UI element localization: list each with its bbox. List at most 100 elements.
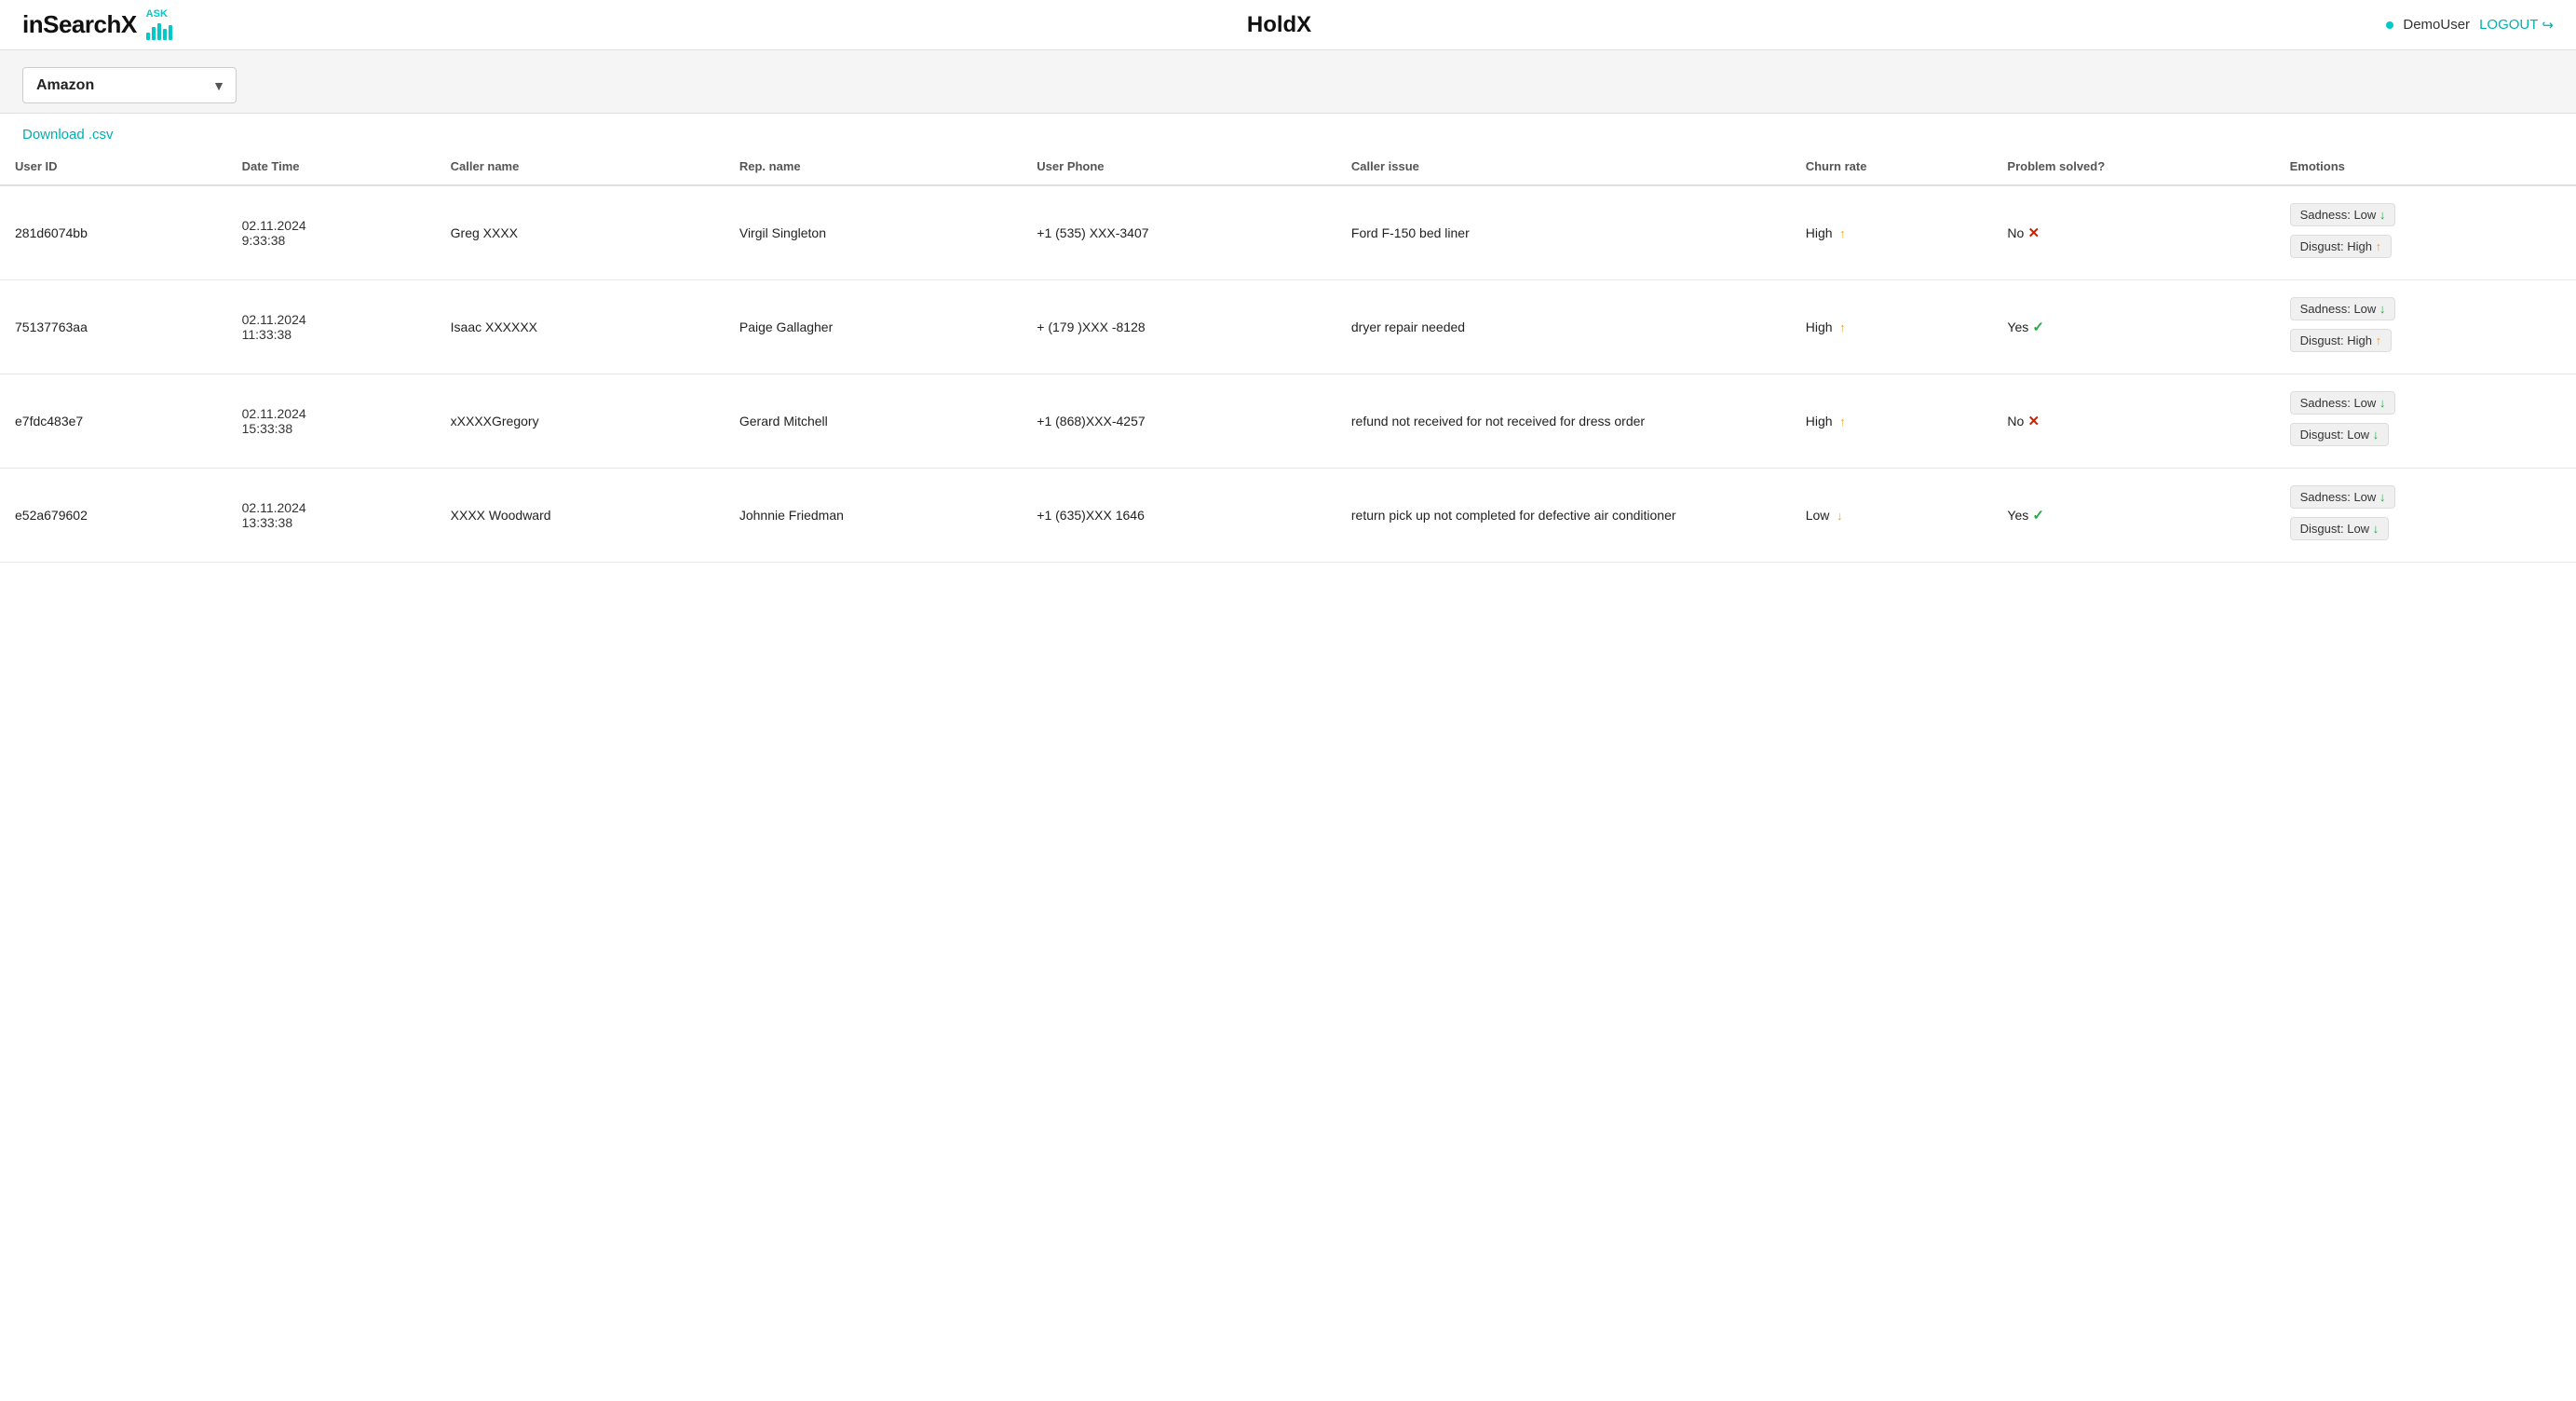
cell-user-phone: +1 (535) XXX-3407 xyxy=(1022,185,1336,280)
cell-rep-name: Virgil Singleton xyxy=(725,185,1022,280)
solved-check-icon: ✓ xyxy=(2028,320,2044,335)
emotion-arrow-up-icon: ↑ xyxy=(2372,239,2381,253)
company-select[interactable]: Amazon Other xyxy=(22,67,237,103)
bar5 xyxy=(169,25,172,40)
cell-caller-issue: return pick up not completed for defecti… xyxy=(1336,469,1791,563)
emotion-badge: Sadness: Low ↓ xyxy=(2290,391,2396,415)
solved-x-icon: ✕ xyxy=(2024,225,2040,241)
logo-x: X xyxy=(121,10,137,38)
emotion-label: Sadness: Low xyxy=(2300,490,2377,504)
header-right: DemoUser LOGOUT ↪ xyxy=(2386,17,2554,34)
cell-user-id: e52a679602 xyxy=(0,469,227,563)
col-user-id: User ID xyxy=(0,148,227,185)
churn-arrow-up-icon: ↑ xyxy=(1837,226,1846,240)
table-row: 281d6074bb02.11.2024 9:33:38Greg XXXXVir… xyxy=(0,185,2576,280)
header: inSearchX ASK HoldX DemoUser LOGOUT ↪ xyxy=(0,0,2576,50)
emotion-badge: Disgust: High ↑ xyxy=(2290,329,2392,352)
cell-churn-rate: Low ↓ xyxy=(1791,469,1993,563)
bar2 xyxy=(152,27,156,40)
cell-emotions: Sadness: Low ↓Disgust: Low ↓ xyxy=(2275,469,2576,563)
cell-caller-name: XXXX Woodward xyxy=(436,469,725,563)
churn-arrow-up-icon: ↑ xyxy=(1837,320,1846,334)
emotion-label: Disgust: Low xyxy=(2300,522,2369,536)
cell-churn-rate: High ↑ xyxy=(1791,280,1993,374)
username-label: DemoUser xyxy=(2403,17,2470,33)
emotion-arrow-down-icon: ↓ xyxy=(2369,428,2379,442)
emotion-arrow-down-icon: ↓ xyxy=(2369,522,2379,536)
emotions-container: Sadness: Low ↓ Disgust: High ↑ xyxy=(2290,297,2561,357)
emotions-container: Sadness: Low ↓Disgust: Low ↓ xyxy=(2290,391,2561,451)
emotion-arrow-down-icon: ↓ xyxy=(2376,302,2385,316)
col-caller-name: Caller name xyxy=(436,148,725,185)
emotion-label: Sadness: Low xyxy=(2300,302,2377,316)
col-rep-name: Rep. name xyxy=(725,148,1022,185)
emotion-arrow-down-icon: ↓ xyxy=(2376,396,2385,410)
solved-x-icon: ✕ xyxy=(2024,414,2040,429)
emotion-badge: Disgust: High ↑ xyxy=(2290,235,2392,258)
cell-problem-solved: No ✕ xyxy=(1992,374,2274,469)
cell-user-phone: +1 (868)XXX-4257 xyxy=(1022,374,1336,469)
col-emotions: Emotions xyxy=(2275,148,2576,185)
bar3 xyxy=(157,23,161,40)
cell-user-phone: + (179 )XXX -8128 xyxy=(1022,280,1336,374)
cell-caller-name: xXXXXGregory xyxy=(436,374,725,469)
cell-churn-rate: High ↑ xyxy=(1791,374,1993,469)
cell-problem-solved: Yes ✓ xyxy=(1992,280,2274,374)
table-header-row: User ID Date Time Caller name Rep. name … xyxy=(0,148,2576,185)
cell-date-time: 02.11.2024 13:33:38 xyxy=(227,469,436,563)
table-row: e7fdc483e702.11.2024 15:33:38xXXXXGregor… xyxy=(0,374,2576,469)
toolbar: Amazon Other ▼ xyxy=(0,50,2576,114)
bar4 xyxy=(163,29,167,40)
cell-user-id: e7fdc483e7 xyxy=(0,374,227,469)
problem-solved-value: Yes xyxy=(2007,508,2028,523)
churn-arrow-up-icon: ↑ xyxy=(1837,415,1846,428)
emotion-arrow-up-icon: ↑ xyxy=(2372,333,2381,347)
bar1 xyxy=(146,33,150,40)
cell-user-phone: +1 (635)XXX 1646 xyxy=(1022,469,1336,563)
cell-problem-solved: No ✕ xyxy=(1992,185,2274,280)
cell-caller-issue: dryer repair needed xyxy=(1336,280,1791,374)
app-title: HoldX xyxy=(1247,12,1311,38)
cell-date-time: 02.11.2024 11:33:38 xyxy=(227,280,436,374)
cell-user-id: 75137763aa xyxy=(0,280,227,374)
cell-date-time: 02.11.2024 9:33:38 xyxy=(227,185,436,280)
logout-icon: ↪ xyxy=(2542,17,2554,34)
emotion-label: Sadness: Low xyxy=(2300,208,2377,222)
problem-solved-value: No xyxy=(2007,414,2024,428)
cell-caller-name: Greg XXXX xyxy=(436,185,725,280)
churn-rate-value: High xyxy=(1806,225,1833,240)
status-dot-icon xyxy=(2386,21,2393,29)
cell-rep-name: Paige Gallagher xyxy=(725,280,1022,374)
churn-arrow-down-icon: ↓ xyxy=(1833,509,1842,523)
cell-caller-issue: Ford F-150 bed liner xyxy=(1336,185,1791,280)
cell-churn-rate: High ↑ xyxy=(1791,185,1993,280)
emotion-label: Sadness: Low xyxy=(2300,396,2377,410)
emotion-badge: Disgust: Low ↓ xyxy=(2290,517,2390,540)
problem-solved-value: No xyxy=(2007,225,2024,240)
data-table-container: User ID Date Time Caller name Rep. name … xyxy=(0,148,2576,600)
data-table: User ID Date Time Caller name Rep. name … xyxy=(0,148,2576,563)
emotion-arrow-down-icon: ↓ xyxy=(2376,490,2385,504)
cell-rep-name: Johnnie Friedman xyxy=(725,469,1022,563)
col-date-time: Date Time xyxy=(227,148,436,185)
problem-solved-value: Yes xyxy=(2007,320,2028,334)
emotion-label: Disgust: High xyxy=(2300,239,2372,253)
download-csv-link[interactable]: Download .csv xyxy=(22,127,114,143)
logout-button[interactable]: LOGOUT ↪ xyxy=(2479,17,2554,34)
logo-bars-icon xyxy=(146,20,172,40)
cell-date-time: 02.11.2024 15:33:38 xyxy=(227,374,436,469)
churn-rate-value: High xyxy=(1806,320,1833,334)
emotion-label: Disgust: High xyxy=(2300,333,2372,347)
logo: inSearchX ASK xyxy=(22,9,172,40)
table-row: e52a67960202.11.2024 13:33:38XXXX Woodwa… xyxy=(0,469,2576,563)
churn-rate-value: High xyxy=(1806,414,1833,428)
cell-caller-name: Isaac XXXXXX xyxy=(436,280,725,374)
emotion-badge: Sadness: Low ↓ xyxy=(2290,203,2396,226)
emotion-arrow-down-icon: ↓ xyxy=(2376,208,2385,222)
cell-caller-issue: refund not received for not received for… xyxy=(1336,374,1791,469)
company-selector[interactable]: Amazon Other ▼ xyxy=(22,67,237,103)
cell-emotions: Sadness: Low ↓ Disgust: High ↑ xyxy=(2275,185,2576,280)
logo-ask-text: ASK xyxy=(146,9,168,20)
emotions-container: Sadness: Low ↓Disgust: Low ↓ xyxy=(2290,485,2561,545)
emotion-badge: Disgust: Low ↓ xyxy=(2290,423,2390,446)
